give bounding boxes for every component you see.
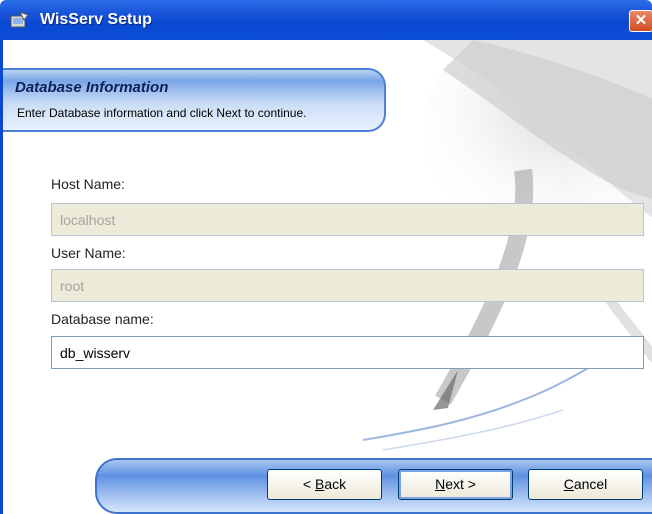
back-button[interactable]: < Back [267,469,382,500]
header-banner: Database Information Enter Database info… [3,68,386,132]
user-name-label: User Name: [51,245,126,261]
close-button[interactable]: ✕ [629,10,652,32]
cancel-button[interactable]: Cancel [528,469,643,500]
host-name-field[interactable] [51,203,644,236]
database-name-label: Database name: [51,311,154,327]
next-button[interactable]: Next > [398,469,513,500]
back-button-label: ack [324,476,347,492]
next-button-label: ext > [445,476,476,492]
back-button-mnemonic: B [314,476,325,492]
next-button-mnemonic: N [435,476,446,492]
page-title: Database Information [15,79,169,96]
cancel-button-label: ancel [573,476,608,492]
back-button-prefix: < [302,476,315,492]
title-bar[interactable]: WisServ Setup ✕ [0,0,652,40]
cancel-button-mnemonic: C [563,476,574,492]
installer-icon [10,11,29,28]
close-icon: ✕ [634,12,648,29]
user-name-field[interactable] [51,269,644,302]
page-subtitle: Enter Database information and click Nex… [17,106,307,120]
database-name-field[interactable] [51,336,644,369]
window-title: WisServ Setup [40,11,152,28]
wizard-body: Database Information Enter Database info… [0,40,652,514]
host-name-label: Host Name: [51,176,125,192]
